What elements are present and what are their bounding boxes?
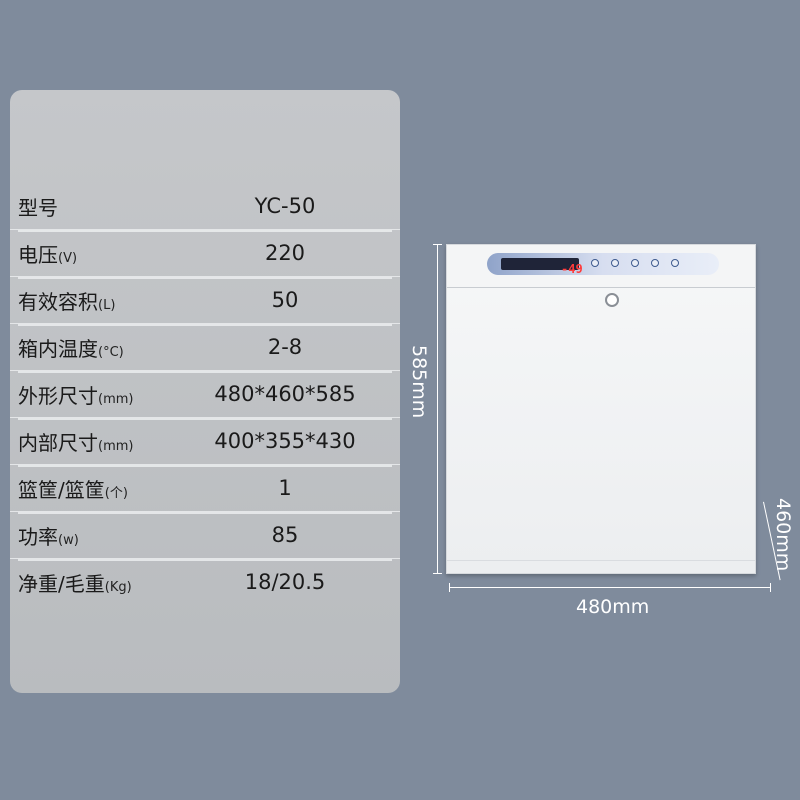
spec-unit: (Kg) [104,579,132,595]
depth-dimension-label: 460mm [772,498,794,572]
spec-row-capacity: 有效容积(L) 50 [10,276,400,326]
spec-unit: (w) [58,532,79,548]
door-lock-icon [605,293,619,307]
spec-label: 外形尺寸(mm) [10,380,178,409]
spec-label: 篮筐/篮筐(个) [10,474,178,503]
height-dimension-label: 585mm [408,345,430,419]
spec-label: 功率(w) [10,521,178,550]
spec-value: 2-8 [267,335,303,359]
spec-unit: (°C) [98,344,124,360]
spec-label-text: 功率 [18,524,58,549]
spec-label-text: 内部尺寸 [18,430,98,455]
refrigerator-illustration: -49 [446,244,756,574]
door-bottom-edge [447,560,755,561]
temperature-reading: -49 [561,262,583,276]
spec-unit: (mm) [98,391,134,407]
spec-row-power: 功率(w) 85 [10,511,400,561]
spec-label: 净重/毛重(Kg) [10,568,178,597]
spec-label-text: 型号 [18,195,58,220]
spec-row-outer-size: 外形尺寸(mm) 480*460*585 [10,370,400,420]
spec-value: 85 [271,523,299,547]
height-dimension-tick-bottom [433,573,442,574]
spec-row-basket: 篮筐/篮筐(个) 1 [10,464,400,514]
control-button [671,259,679,267]
spec-label: 内部尺寸(mm) [10,427,178,456]
spec-value: 18/20.5 [244,570,326,594]
spec-unit: (mm) [98,438,134,454]
height-dimension-line [437,244,438,574]
control-button [611,259,619,267]
spec-table: 型号 YC-50 电压(V) 220 有效容积(L) 50 箱内温度(°C) 2… [10,183,400,605]
width-dimension-tick-left [449,583,450,592]
spec-row-temperature: 箱内温度(°C) 2-8 [10,323,400,373]
spec-unit: (V) [58,250,78,266]
spec-label: 有效容积(L) [10,286,178,315]
spec-label: 型号 [10,192,178,221]
spec-label-text: 净重/毛重 [18,571,105,596]
spec-label: 电压(V) [10,239,178,268]
width-dimension-label: 480mm [576,596,650,618]
temperature-display: -49 [501,258,583,276]
spec-label-text: 有效容积 [18,289,98,314]
spec-value: 50 [271,288,299,312]
control-button [631,259,639,267]
spec-row-model: 型号 YC-50 [10,183,400,232]
control-button [591,259,599,267]
spec-value: 400*355*430 [214,429,356,453]
spec-unit: (个) [104,485,128,501]
refrigerator-top: -49 [447,245,755,288]
spec-row-inner-size: 内部尺寸(mm) 400*355*430 [10,417,400,467]
spec-value: 480*460*585 [214,382,356,406]
spec-label-text: 箱内温度 [18,336,98,361]
spec-unit: (L) [98,297,116,313]
spec-row-voltage: 电压(V) 220 [10,229,400,279]
spec-row-weight: 净重/毛重(Kg) 18/20.5 [10,558,400,605]
spec-label-text: 电压 [18,242,58,267]
control-button [651,259,659,267]
spec-value: YC-50 [254,194,316,218]
spec-label: 箱内温度(°C) [10,333,178,362]
spec-value: 1 [278,476,292,500]
control-panel: -49 [487,253,719,276]
width-dimension-line [449,587,771,588]
spec-value: 220 [264,241,306,265]
spec-label-text: 篮筐/篮筐 [18,477,105,502]
height-dimension-tick-top [433,244,442,245]
spec-label-text: 外形尺寸 [18,383,98,408]
width-dimension-tick-right [770,583,771,592]
